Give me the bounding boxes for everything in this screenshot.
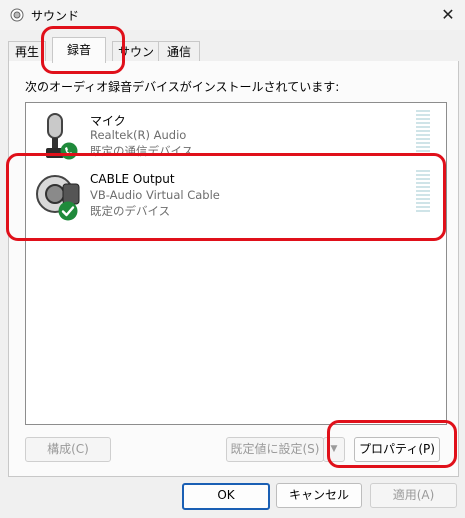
speaker-icon [10,8,24,22]
highlight-properties [327,420,457,468]
window-title: サウンド [31,9,80,23]
cancel-button[interactable]: キャンセル [276,483,362,508]
set-default-button[interactable]: 既定値に設定(S) [226,437,324,462]
highlight-cable-output [6,153,446,241]
device-name: マイク [90,114,126,128]
configure-button[interactable]: 構成(C) [25,437,111,462]
ok-button[interactable]: OK [182,483,270,510]
device-driver: Realtek(R) Audio [90,128,187,142]
apply-button[interactable]: 適用(A) [370,483,457,508]
panel-description: 次のオーディオ録音デバイスがインストールされています: [25,80,340,94]
close-icon[interactable]: ✕ [438,5,458,25]
tab-communications[interactable]: 通信 [158,41,200,62]
tab-recording[interactable]: 録音 [52,37,106,63]
level-meter [416,110,430,154]
